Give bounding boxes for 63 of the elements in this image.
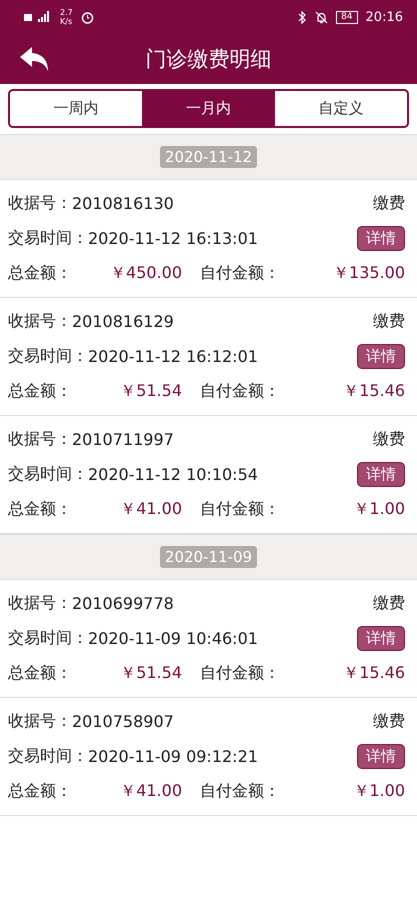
speed-value: 2.7: [60, 8, 73, 17]
receipt-label: 收据号：: [8, 311, 72, 332]
receipt-number: 2010816130: [72, 194, 174, 213]
detail-button[interactable]: 详情: [357, 344, 405, 369]
total-amount: ￥41.00: [119, 499, 182, 520]
receipt-number: 2010758907: [72, 712, 174, 731]
self-paid-label: 自付金额：: [200, 499, 280, 520]
payment-type: 缴费: [373, 711, 405, 732]
detail-button[interactable]: 详情: [357, 462, 405, 487]
alarm-icon: [80, 10, 94, 24]
tab[interactable]: 一月内: [142, 91, 275, 126]
receipt-number: 2010711997: [72, 430, 174, 449]
total-amount: ￥41.00: [119, 781, 182, 802]
receipt-label: 收据号：: [8, 593, 72, 614]
back-icon[interactable]: [20, 47, 50, 71]
battery-icon: 84: [336, 10, 358, 24]
detail-button[interactable]: 详情: [357, 744, 405, 769]
time-label: 交易时间：: [8, 464, 88, 485]
date-label: 2020-11-09: [160, 546, 258, 568]
receipt-number: 2010816129: [72, 312, 174, 331]
self-paid-label: 自付金额：: [200, 663, 280, 684]
detail-button[interactable]: 详情: [357, 626, 405, 651]
receipt-label: 收据号：: [8, 711, 72, 732]
total-label: 总金额：: [8, 499, 72, 520]
page-title: 门诊缴费明细: [146, 46, 272, 73]
receipt-label: 收据号：: [8, 429, 72, 450]
date-label: 2020-11-12: [160, 146, 258, 168]
self-paid-label: 自付金额：: [200, 781, 280, 802]
total-label: 总金额：: [8, 663, 72, 684]
bluetooth-icon: [298, 10, 308, 24]
payment-type: 缴费: [373, 311, 405, 332]
time-label: 交易时间：: [8, 228, 88, 249]
total-label: 总金额：: [8, 781, 72, 802]
payment-type: 缴费: [373, 593, 405, 614]
self-paid-label: 自付金额：: [200, 381, 280, 402]
self-paid-amount: ￥15.46: [343, 663, 405, 684]
time-label: 交易时间：: [8, 346, 88, 367]
total-amount: ￥51.54: [119, 381, 182, 402]
total-label: 总金额：: [8, 263, 72, 284]
payment-type: 缴费: [373, 193, 405, 214]
total-amount: ￥51.54: [119, 663, 182, 684]
self-paid-amount: ￥1.00: [353, 499, 405, 520]
speed-unit: K/s: [60, 17, 73, 26]
transaction-time: 2020-11-12 16:12:01: [88, 347, 258, 366]
total-amount: ￥450.00: [109, 263, 182, 284]
time-label: 交易时间：: [8, 628, 88, 649]
clock-time: 20:16: [366, 10, 403, 24]
self-paid-amount: ￥15.46: [343, 381, 405, 402]
transaction-time: 2020-11-09 10:46:01: [88, 629, 258, 648]
transaction-time: 2020-11-12 16:13:01: [88, 229, 258, 248]
payment-type: 缴费: [373, 429, 405, 450]
self-paid-amount: ￥1.00: [353, 781, 405, 802]
receipt-label: 收据号：: [8, 193, 72, 214]
time-label: 交易时间：: [8, 746, 88, 767]
transaction-time: 2020-11-09 09:12:21: [88, 747, 258, 766]
total-label: 总金额：: [8, 381, 72, 402]
receipt-number: 2010699778: [72, 594, 174, 613]
mute-icon: [315, 10, 328, 24]
detail-button[interactable]: 详情: [357, 226, 405, 251]
self-paid-amount: ￥135.00: [333, 263, 405, 284]
transaction-time: 2020-11-12 10:10:54: [88, 465, 258, 484]
self-paid-label: 自付金额：: [200, 263, 280, 284]
signal-icon: [24, 11, 52, 23]
